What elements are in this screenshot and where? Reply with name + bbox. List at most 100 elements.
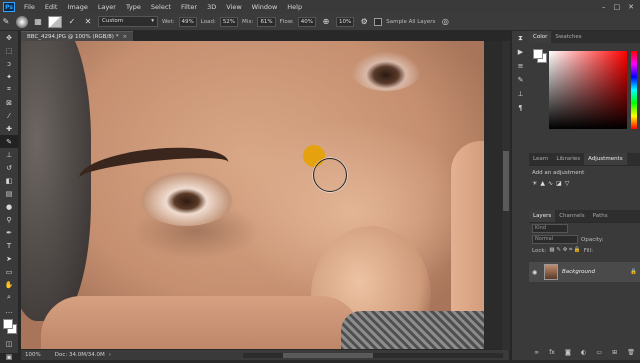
history-icon[interactable]: ⧗ [512, 31, 529, 45]
actions-icon[interactable]: ▶ [512, 45, 529, 59]
menu-filter[interactable]: Filter [176, 3, 202, 11]
gear-icon[interactable]: ⚙ [358, 16, 370, 28]
menu-type[interactable]: Type [121, 3, 146, 11]
maximize-button[interactable]: □ [614, 3, 621, 11]
flow-field[interactable]: 40% [297, 16, 317, 27]
layer-background[interactable]: ◉ Background 🔒 [529, 262, 640, 282]
close-button[interactable]: ✕ [628, 3, 634, 11]
menu-view[interactable]: View [221, 3, 246, 11]
mask-icon[interactable]: ◙ [565, 349, 571, 356]
adjustment-layer-icon[interactable]: ◐ [581, 349, 586, 356]
tab-adjustments[interactable]: Adjustments [584, 153, 627, 165]
zoom-level[interactable]: 100% [25, 352, 41, 358]
menu-help[interactable]: Help [282, 3, 307, 11]
menu-file[interactable]: File [19, 3, 40, 11]
group-icon[interactable]: ▭ [596, 349, 602, 356]
paragraph-icon[interactable]: ¶ [512, 101, 529, 115]
dodge-tool-icon[interactable]: ⚲ [0, 213, 18, 226]
move-tool-icon[interactable]: ✥ [0, 31, 18, 44]
current-brush-load-swatch[interactable] [48, 15, 62, 28]
lock-icons[interactable]: ▦ ✎ ✥ ⌗ 🔒 [549, 247, 580, 254]
tab-libraries[interactable]: Libraries [552, 153, 584, 165]
visibility-eye-icon[interactable]: ◉ [532, 269, 540, 276]
mixer-brush-tool-icon[interactable]: ✎ [0, 16, 12, 28]
menu-edit[interactable]: Edit [40, 3, 63, 11]
tab-color[interactable]: Color [529, 31, 552, 43]
rectangle-tool-icon[interactable]: ▭ [0, 265, 18, 278]
eraser-tool-icon[interactable]: ◧ [0, 174, 18, 187]
load-field[interactable]: 52% [219, 16, 239, 27]
blur-tool-icon[interactable]: ● [0, 200, 18, 213]
sample-all-layers-checkbox[interactable] [374, 17, 383, 26]
color-swatches[interactable] [0, 317, 18, 337]
tab-layers[interactable]: Layers [529, 210, 556, 222]
eyedropper-tool-icon[interactable]: ⁄ [0, 109, 18, 122]
document-canvas[interactable] [21, 41, 501, 349]
screen-mode-icon[interactable]: ▣ [0, 350, 18, 363]
brush-settings-icon[interactable]: ▦ [32, 16, 44, 28]
menu-3d[interactable]: 3D [202, 3, 221, 11]
brightness-icon[interactable]: ☀ [532, 180, 537, 187]
close-icon[interactable]: × [122, 34, 127, 40]
hue-slider[interactable] [631, 51, 637, 129]
zoom-tool-icon[interactable]: ⌕ [0, 291, 18, 304]
horizontal-scrollbar[interactable] [243, 352, 503, 358]
color-picker-field[interactable] [549, 51, 627, 129]
brush-tool-icon[interactable]: ✎ [0, 135, 18, 148]
tab-channels[interactable]: Channels [555, 210, 588, 222]
panel-foreground-swatch[interactable] [533, 49, 543, 59]
brush-preset-picker[interactable] [16, 15, 28, 28]
history-brush-tool-icon[interactable]: ↺ [0, 161, 18, 174]
fx-icon[interactable]: fx [549, 349, 555, 356]
vibrance-icon[interactable]: ▽ [565, 180, 570, 187]
tab-learn[interactable]: Learn [529, 153, 552, 165]
tab-paths[interactable]: Paths [589, 210, 612, 222]
link-icon[interactable]: ∞ [534, 349, 539, 356]
smoothing-field[interactable]: 10% [336, 16, 355, 27]
clean-brush-icon[interactable]: ✕ [82, 16, 94, 28]
marquee-tool-icon[interactable]: ⬚ [0, 44, 18, 57]
menu-select[interactable]: Select [146, 3, 176, 11]
vertical-scrollbar[interactable] [502, 41, 510, 350]
menu-image[interactable]: Image [62, 3, 92, 11]
horizontal-scroll-thumb[interactable] [283, 352, 373, 358]
hand-tool-icon[interactable]: ✋ [0, 278, 18, 291]
more-tools-icon[interactable]: … [0, 304, 18, 317]
clone-stamp-tool-icon[interactable]: ⊥ [0, 148, 18, 161]
load-brush-icon[interactable]: ✓ [66, 16, 78, 28]
healing-tool-icon[interactable]: ✚ [0, 122, 18, 135]
tab-swatches[interactable]: Swatches [551, 31, 585, 43]
trash-icon[interactable]: 🗑 [627, 349, 635, 356]
lasso-tool-icon[interactable]: ↄ [0, 57, 18, 70]
airbrush-icon[interactable]: ⊕ [320, 16, 332, 28]
wet-field[interactable]: 49% [178, 16, 197, 27]
curves-icon[interactable]: ∿ [548, 180, 553, 187]
pressure-icon[interactable]: ◎ [439, 16, 451, 28]
clone-source-icon[interactable]: ⊥ [512, 87, 529, 101]
status-arrow-icon[interactable]: › [109, 352, 111, 358]
kind-filter[interactable]: Kind [532, 224, 568, 233]
minimize-button[interactable]: – [602, 3, 606, 11]
blend-mode-select[interactable]: Normal [532, 235, 578, 244]
gradient-tool-icon[interactable]: ▤ [0, 187, 18, 200]
quick-select-tool-icon[interactable]: ✦ [0, 70, 18, 83]
pen-tool-icon[interactable]: ✒ [0, 226, 18, 239]
chevron-down-icon: ▾ [151, 18, 154, 24]
properties-icon[interactable]: ≡ [512, 59, 529, 73]
type-tool-icon[interactable]: T [0, 239, 18, 252]
quick-mask-icon[interactable]: ◫ [0, 337, 18, 350]
frame-tool-icon[interactable]: ⊠ [0, 96, 18, 109]
path-selection-tool-icon[interactable]: ➤ [0, 252, 18, 265]
menu-window[interactable]: Window [247, 3, 283, 11]
exposure-icon[interactable]: ◪ [556, 180, 562, 187]
new-layer-icon[interactable]: ⊞ [612, 349, 617, 356]
vertical-scroll-thumb[interactable] [503, 151, 509, 211]
crop-tool-icon[interactable]: ⌗ [0, 83, 18, 96]
blend-preset-select[interactable]: Custom ▾ [98, 16, 158, 27]
brush-icon[interactable]: ✎ [512, 73, 529, 87]
foreground-color-swatch[interactable] [3, 319, 13, 329]
color-panel [529, 43, 640, 153]
levels-icon[interactable]: ▲ [540, 180, 545, 187]
mix-field[interactable]: 61% [257, 16, 276, 27]
menu-layer[interactable]: Layer [93, 3, 121, 11]
